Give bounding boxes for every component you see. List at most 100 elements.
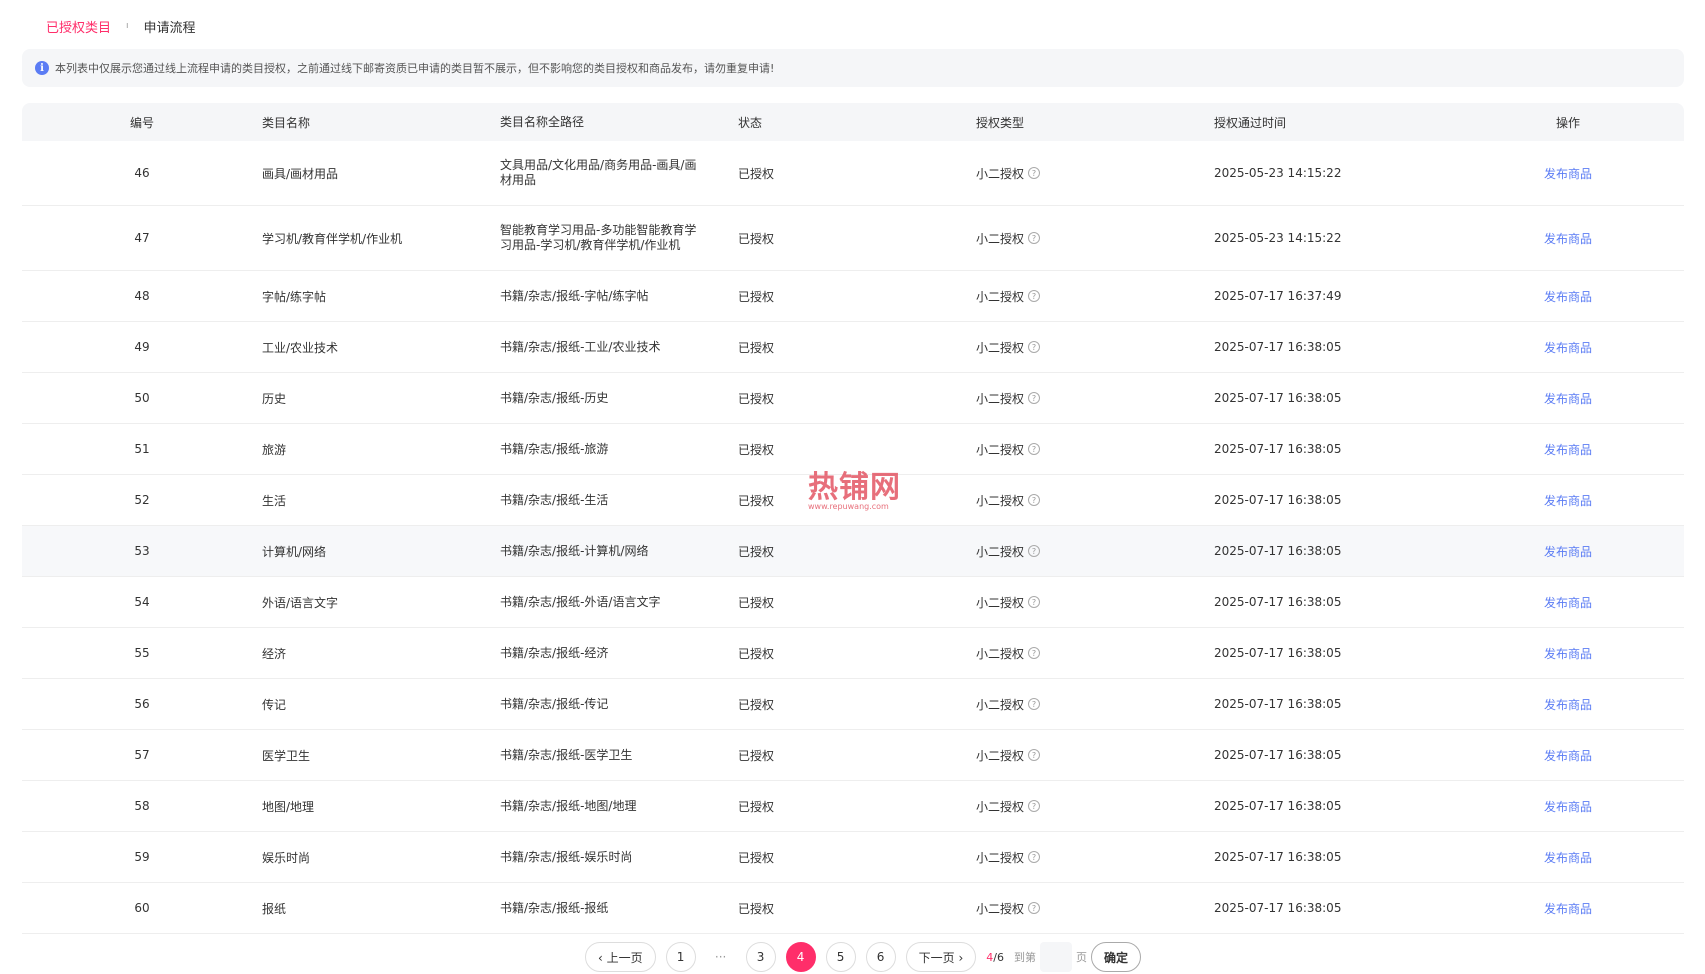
goto-label: 到第: [1013, 951, 1036, 964]
help-icon[interactable]: ?: [1028, 800, 1041, 812]
table-row: 55 经济 书籍/杂志/报纸-经济 已授权 小二授权? 2025-07-17 16:38:…: [22, 628, 1684, 679]
cell-id: 46: [134, 166, 150, 180]
cell-type: 小二授权?: [976, 696, 1214, 713]
table-row: 60 报纸 书籍/杂志/报纸-报纸 已授权 小二授权? 2025-07-17 16:38:…: [22, 883, 1684, 934]
table-row: 57 医学卫生 书籍/杂志/报纸-医学卫生 已授权 小二授权? 2025-07-17 16…: [22, 730, 1684, 781]
cell-time: 2025-07-17 16:38:05: [1214, 697, 1342, 711]
cell-action: 发布商品: [1452, 798, 1684, 815]
page-button-6[interactable]: 6: [865, 942, 896, 972]
cell-time: 2025-07-17 16:38:05: [1214, 799, 1342, 813]
cell-id: 57: [134, 748, 150, 762]
publish-product-link[interactable]: 发布商品: [1544, 902, 1592, 916]
cell-id: 51: [134, 442, 150, 456]
page-button-5[interactable]: 5: [825, 942, 856, 972]
cell-type: 小二授权?: [976, 288, 1214, 305]
cell-status: 已授权: [738, 166, 775, 181]
cell-type: 小二授权?: [976, 339, 1214, 356]
publish-product-link[interactable]: 发布商品: [1544, 290, 1592, 304]
goto-page-input[interactable]: [1039, 942, 1072, 972]
cell-action: 发布商品: [1452, 696, 1684, 713]
cell-time: 2025-07-17 16:38:05: [1214, 748, 1342, 762]
publish-product-link[interactable]: 发布商品: [1544, 494, 1592, 508]
page-button-1[interactable]: 1: [665, 942, 696, 972]
publish-product-link[interactable]: 发布商品: [1544, 232, 1592, 246]
cell-time: 2025-07-17 16:38:05: [1214, 442, 1342, 456]
prev-page-button[interactable]: ‹ 上一页: [585, 942, 656, 972]
cell-time: 2025-07-17 16:38:05: [1214, 544, 1342, 558]
cell-status: 已授权: [738, 748, 775, 763]
auth-type-label: 小二授权: [976, 850, 1025, 865]
publish-product-link[interactable]: 发布商品: [1544, 596, 1592, 610]
cell-time: 2025-07-17 16:38:05: [1214, 901, 1342, 915]
category-table: 编号 类目名称 类目名称全路径 状态 授权类型 授权通过时间 操作 46 画具/画…: [22, 103, 1684, 934]
tab-authorized-categories[interactable]: 已授权类目: [46, 17, 111, 36]
cell-name: 娱乐时尚: [262, 850, 311, 865]
help-icon[interactable]: ?: [1028, 698, 1041, 710]
cell-type: 小二授权?: [976, 390, 1214, 407]
publish-product-link[interactable]: 发布商品: [1544, 800, 1592, 814]
cell-name: 计算机/网络: [262, 544, 327, 559]
publish-product-link[interactable]: 发布商品: [1544, 545, 1592, 559]
publish-product-link[interactable]: 发布商品: [1544, 698, 1592, 712]
cell-time: 2025-05-23 14:15:22: [1214, 166, 1342, 180]
confirm-button[interactable]: 确定: [1090, 942, 1141, 972]
help-icon[interactable]: ?: [1028, 545, 1041, 557]
page-info: 4/6: [986, 951, 1004, 964]
help-icon[interactable]: ?: [1028, 647, 1041, 659]
header-time: 授权通过时间: [1214, 115, 1287, 130]
cell-action: 发布商品: [1452, 849, 1684, 866]
page-button-3[interactable]: 3: [745, 942, 776, 972]
cell-path: 书籍/杂志/报纸-旅游: [500, 441, 609, 456]
help-icon[interactable]: ?: [1028, 290, 1041, 302]
help-icon[interactable]: ?: [1028, 494, 1041, 506]
header-action: 操作: [1555, 115, 1580, 130]
help-icon[interactable]: ?: [1028, 596, 1041, 608]
next-page-button[interactable]: 下一页 ›: [905, 942, 977, 972]
table-row: 46 画具/画材用品 文具用品/文化用品/商务用品-画具/画材用品 已授权 小二授权? 2…: [22, 141, 1684, 206]
page-number-list: 3456: [745, 942, 906, 972]
help-icon[interactable]: ?: [1028, 443, 1041, 455]
pagination: ‹ 上一页 1 ··· 3456 下一页 › 4/6 到第 页 确定: [585, 940, 1141, 974]
table-row: 53 计算机/网络 书籍/杂志/报纸-计算机/网络 已授权 小二授权? 2025-07-1…: [22, 526, 1684, 577]
cell-id: 52: [134, 493, 150, 507]
cell-name: 历史: [262, 391, 287, 406]
cell-time: 2025-07-17 16:38:05: [1214, 646, 1342, 660]
table-row: 59 娱乐时尚 书籍/杂志/报纸-娱乐时尚 已授权 小二授权? 2025-07-17 16…: [22, 832, 1684, 883]
cell-name: 外语/语言文字: [262, 595, 339, 610]
cell-time: 2025-07-17 16:38:05: [1214, 595, 1342, 609]
cell-type: 小二授权?: [976, 594, 1214, 611]
help-icon[interactable]: ?: [1028, 167, 1041, 179]
cell-name: 旅游: [262, 442, 287, 457]
info-icon: i: [35, 61, 49, 75]
publish-product-link[interactable]: 发布商品: [1544, 341, 1592, 355]
publish-product-link[interactable]: 发布商品: [1544, 647, 1592, 661]
tab-application-process[interactable]: 申请流程: [144, 17, 196, 36]
cell-type: 小二授权?: [976, 645, 1214, 662]
help-icon[interactable]: ?: [1028, 851, 1041, 863]
tab-bar: 已授权类目 ı 申请流程: [46, 14, 196, 38]
publish-product-link[interactable]: 发布商品: [1544, 749, 1592, 763]
cell-action: 发布商品: [1452, 165, 1684, 182]
table-row: 54 外语/语言文字 书籍/杂志/报纸-外语/语言文字 已授权 小二授权? 2025-07…: [22, 577, 1684, 628]
help-icon[interactable]: ?: [1028, 232, 1041, 244]
help-icon[interactable]: ?: [1028, 392, 1041, 404]
cell-action: 发布商品: [1452, 900, 1684, 917]
cell-name: 医学卫生: [262, 748, 311, 763]
publish-product-link[interactable]: 发布商品: [1544, 851, 1592, 865]
help-icon[interactable]: ?: [1028, 902, 1041, 914]
help-icon[interactable]: ?: [1028, 341, 1041, 353]
publish-product-link[interactable]: 发布商品: [1544, 443, 1592, 457]
cell-path: 书籍/杂志/报纸-生活: [500, 492, 609, 507]
page-button-4[interactable]: 4: [785, 942, 816, 972]
publish-product-link[interactable]: 发布商品: [1544, 167, 1592, 181]
auth-type-label: 小二授权: [976, 748, 1025, 763]
cell-id: 47: [134, 231, 150, 245]
cell-type: 小二授权?: [976, 492, 1214, 509]
auth-type-label: 小二授权: [976, 340, 1025, 355]
cell-status: 已授权: [738, 289, 775, 304]
cell-name: 学习机/教育伴学机/作业机: [262, 231, 403, 246]
help-icon[interactable]: ?: [1028, 749, 1041, 761]
table-row: 56 传记 书籍/杂志/报纸-传记 已授权 小二授权? 2025-07-17 16:38:…: [22, 679, 1684, 730]
publish-product-link[interactable]: 发布商品: [1544, 392, 1592, 406]
table-row: 50 历史 书籍/杂志/报纸-历史 已授权 小二授权? 2025-07-17 16:38:…: [22, 373, 1684, 424]
